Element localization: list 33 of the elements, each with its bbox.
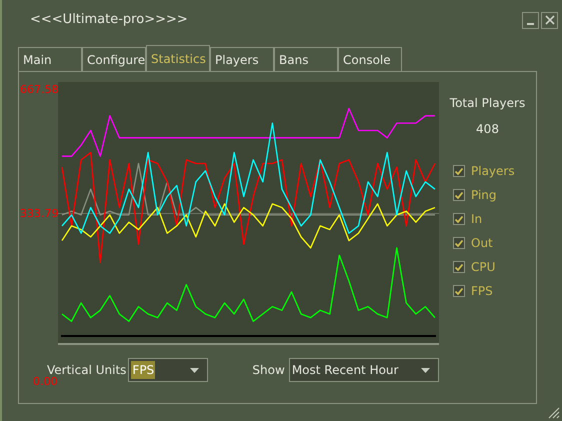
total-players-value: 408 xyxy=(476,121,499,138)
checkbox[interactable] xyxy=(453,189,465,201)
checkbox[interactable] xyxy=(453,285,465,297)
window-title: <<<Ultimate-pro>>>> xyxy=(30,11,188,30)
checkbox[interactable] xyxy=(453,261,465,273)
tab[interactable]: Bans xyxy=(274,47,338,71)
checkbox[interactable] xyxy=(453,165,465,177)
axis-label: 0.00 xyxy=(33,376,58,387)
tab[interactable]: Players xyxy=(210,47,274,71)
close-icon xyxy=(544,15,554,25)
series-checkbox[interactable]: CPU xyxy=(453,258,515,276)
axis-label: 333.79 xyxy=(20,208,58,219)
caret-icon xyxy=(190,368,200,372)
dropdown[interactable]: FPS xyxy=(128,358,208,382)
minimize-button[interactable] xyxy=(522,12,539,28)
tab[interactable]: Console xyxy=(338,47,402,71)
series-checkbox[interactable]: In xyxy=(453,210,515,228)
dropdown[interactable]: Most Recent Hour xyxy=(288,358,439,382)
checkbox[interactable] xyxy=(453,237,465,249)
tab[interactable]: Statistics xyxy=(146,45,210,72)
total-players-label: Total Players xyxy=(450,95,526,112)
checkbox[interactable] xyxy=(453,213,465,225)
series-checkbox[interactable]: Out xyxy=(453,234,515,252)
series-checkbox[interactable]: Players xyxy=(453,162,515,180)
close-button[interactable] xyxy=(541,12,558,28)
axis-label: 667.58 xyxy=(20,84,58,95)
caret-icon xyxy=(420,368,430,372)
series-checkbox[interactable]: Ping xyxy=(453,186,515,204)
series-checkbox[interactable]: FPS xyxy=(453,282,515,300)
tab[interactable]: Main xyxy=(18,47,82,71)
vertical-units-label: Vertical Units xyxy=(47,362,126,377)
resize-grip-icon xyxy=(548,407,560,419)
show-label: Show xyxy=(252,362,285,379)
